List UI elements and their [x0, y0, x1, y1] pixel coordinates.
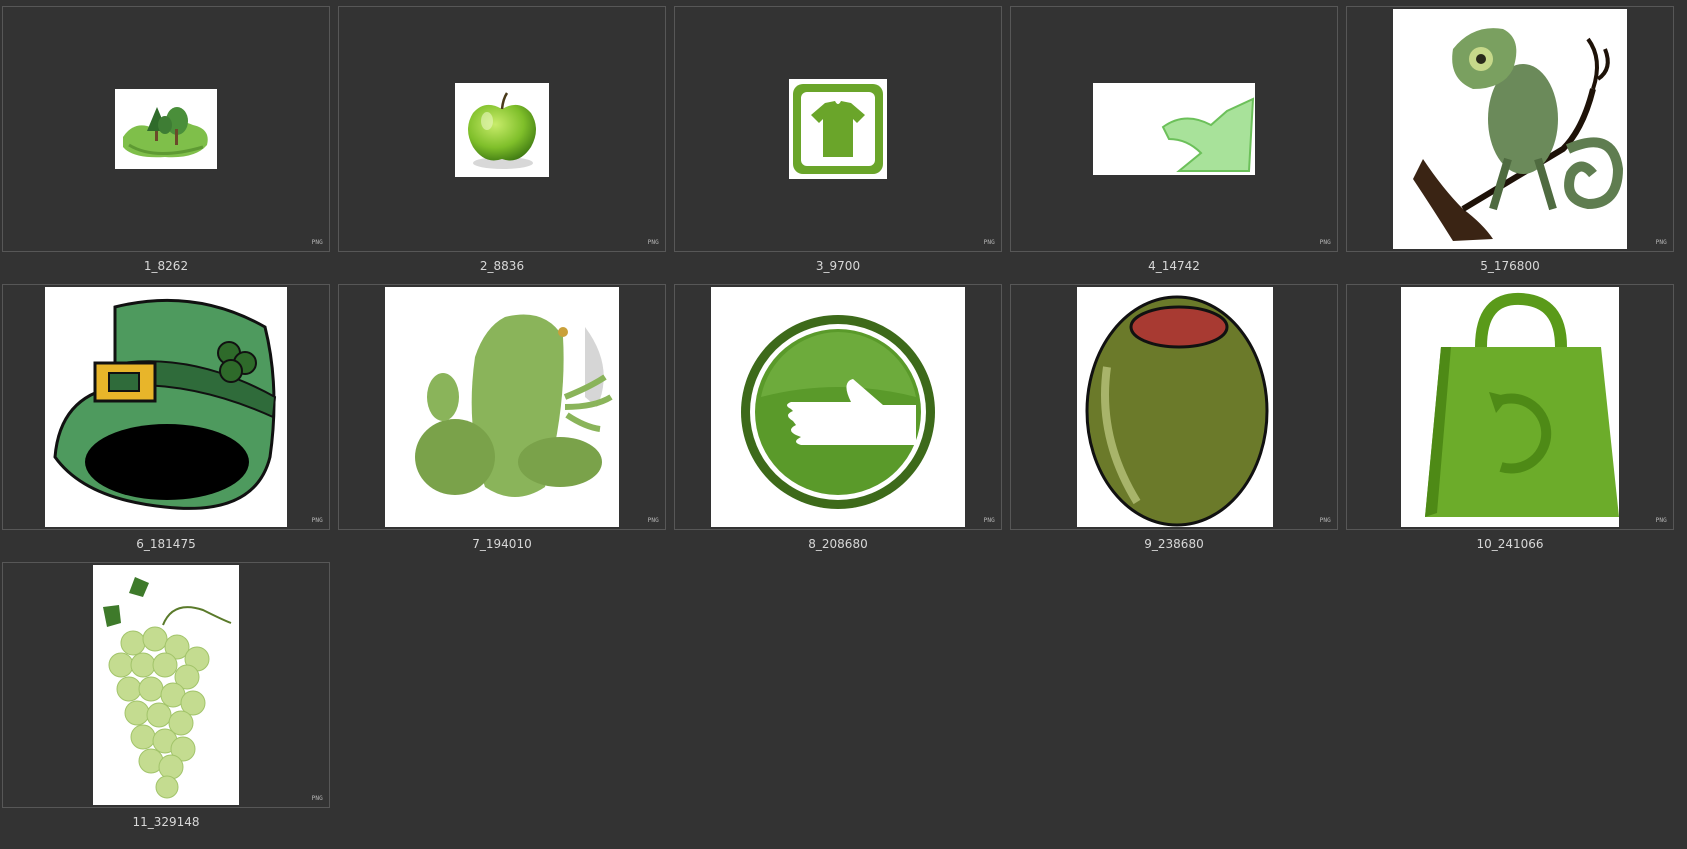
trees-island-icon: [115, 89, 217, 169]
png-badge: PNG: [311, 239, 323, 246]
frog-icon: [385, 287, 619, 527]
thumbnail-frame[interactable]: PNG: [1010, 284, 1338, 530]
file-item[interactable]: PNG 11_329148: [2, 562, 330, 832]
file-item[interactable]: PNG 2_8836: [338, 6, 666, 276]
file-name-label: 10_241066: [1476, 537, 1544, 551]
png-badge: PNG: [1319, 239, 1331, 246]
png-badge: PNG: [311, 795, 323, 802]
thumbnail-frame[interactable]: PNG: [1346, 284, 1674, 530]
file-item[interactable]: PNG 8_208680: [674, 284, 1002, 554]
file-name-label: 2_8836: [479, 259, 525, 273]
file-name-label: 5_176800: [1480, 259, 1540, 273]
file-name-label: 6_181475: [136, 537, 196, 551]
redo-arrow-icon: [1093, 83, 1255, 175]
thumbnail-frame[interactable]: PNG: [2, 6, 330, 252]
thumbnail-frame[interactable]: PNG: [2, 284, 330, 530]
thumbnail-frame[interactable]: PNG: [338, 6, 666, 252]
png-badge: PNG: [1655, 239, 1667, 246]
recycle-bag-icon: [1401, 287, 1619, 527]
png-badge: PNG: [1655, 517, 1667, 524]
png-badge: PNG: [983, 239, 995, 246]
tshirt-sign-icon: [789, 79, 887, 179]
png-badge: PNG: [647, 517, 659, 524]
thumbnail-frame[interactable]: PNG: [338, 284, 666, 530]
file-item[interactable]: PNG 3_9700: [674, 6, 1002, 276]
grapes-icon: [93, 565, 239, 805]
olive-icon: [1077, 287, 1273, 527]
leprechaun-hat-icon: [45, 287, 287, 527]
png-badge: PNG: [1319, 517, 1331, 524]
png-badge: PNG: [311, 517, 323, 524]
file-item[interactable]: PNG 6_181475: [2, 284, 330, 554]
file-name-label: 9_238680: [1144, 537, 1204, 551]
file-name-label: 4_14742: [1148, 259, 1200, 273]
thumbnail-frame[interactable]: PNG: [1010, 6, 1338, 252]
file-name-label: 7_194010: [472, 537, 532, 551]
file-name-label: 8_208680: [808, 537, 868, 551]
thumbnail-frame[interactable]: PNG: [674, 6, 1002, 252]
hand-button-icon: [711, 287, 965, 527]
file-name-label: 3_9700: [815, 259, 861, 273]
png-badge: PNG: [647, 239, 659, 246]
file-item[interactable]: PNG 10_241066: [1346, 284, 1674, 554]
thumbnail-frame[interactable]: PNG: [674, 284, 1002, 530]
png-badge: PNG: [983, 517, 995, 524]
file-item[interactable]: PNG 1_8262: [2, 6, 330, 276]
file-item[interactable]: PNG 5_176800: [1346, 6, 1674, 276]
file-name-label: 1_8262: [143, 259, 189, 273]
chameleon-icon: [1393, 9, 1627, 249]
file-item[interactable]: PNG 9_238680: [1010, 284, 1338, 554]
thumbnail-frame[interactable]: PNG: [1346, 6, 1674, 252]
file-item[interactable]: PNG 4_14742: [1010, 6, 1338, 276]
file-item[interactable]: PNG 7_194010: [338, 284, 666, 554]
file-name-label: 11_329148: [132, 815, 200, 829]
thumbnail-frame[interactable]: PNG: [2, 562, 330, 808]
green-apple-icon: [455, 83, 549, 177]
